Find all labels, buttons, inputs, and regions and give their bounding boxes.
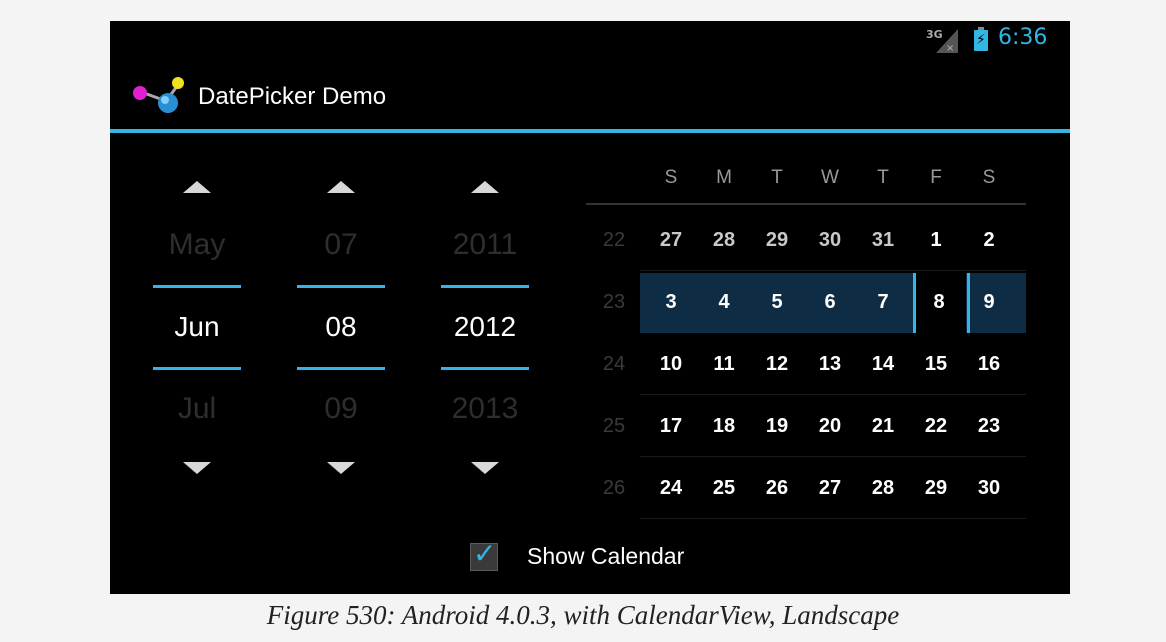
calendar-day[interactable]: 6	[805, 271, 855, 333]
calendar-day[interactable]: 14	[858, 333, 908, 395]
calendar-day[interactable]: 25	[699, 457, 749, 519]
action-bar: DatePicker Demo	[110, 63, 1070, 129]
calendar-day[interactable]: 24	[646, 457, 696, 519]
month-decrement-icon[interactable]	[183, 462, 211, 474]
calendar-day[interactable]: 19	[752, 395, 802, 457]
calendar-day-selected[interactable]: 8	[914, 271, 964, 333]
year-current[interactable]: 2012	[441, 311, 529, 343]
weekday-label: T	[877, 167, 889, 188]
calendar-day[interactable]: 3	[646, 271, 696, 333]
year-decrement-icon[interactable]	[471, 462, 499, 474]
calendar-day[interactable]: 27	[805, 457, 855, 519]
app-title: DatePicker Demo	[198, 83, 387, 110]
weekday-label: S	[982, 167, 996, 188]
week-number: 24	[602, 353, 626, 375]
weekday-label: S	[664, 167, 678, 188]
week-number: 23	[602, 291, 626, 313]
calendar-week-row: 26 24 25 26 27 28 29 30	[586, 457, 1026, 519]
calendar-day[interactable]: 4	[699, 271, 749, 333]
calendar-day[interactable]: 9	[964, 271, 1014, 333]
calendar-day[interactable]: 2	[964, 209, 1014, 271]
no-signal-x-icon: ×	[946, 43, 955, 54]
week-number: 26	[602, 477, 626, 499]
device-screen: 3G × ⚡ 6:36 DatePicker Demo May Jun Jul	[110, 21, 1070, 594]
selection-divider	[441, 285, 529, 288]
calendar-view[interactable]: S M T W T F S 22 27 28 29 30 31 1 2 23 3…	[586, 161, 1026, 531]
weekday-label: F	[930, 167, 942, 188]
calendar-day[interactable]: 31	[858, 209, 908, 271]
calendar-day[interactable]: 5	[752, 271, 802, 333]
calendar-day[interactable]: 22	[911, 395, 961, 457]
day-spinner[interactable]: 07 08 09	[297, 166, 385, 496]
show-calendar-label[interactable]: Show Calendar	[527, 543, 684, 570]
calendar-week-row-selected: 23 3 4 5 6 7 8 9	[586, 271, 1026, 333]
selection-divider	[153, 285, 241, 288]
year-next[interactable]: 2013	[441, 392, 529, 426]
calendar-day[interactable]: 28	[699, 209, 749, 271]
day-decrement-icon[interactable]	[327, 462, 355, 474]
calendar-day[interactable]: 11	[699, 333, 749, 395]
clock: 6:36	[998, 25, 1048, 50]
calendar-day[interactable]: 21	[858, 395, 908, 457]
weekday-label: M	[716, 167, 732, 188]
calendar-day[interactable]: 12	[752, 333, 802, 395]
calendar-day[interactable]: 30	[964, 457, 1014, 519]
selection-divider	[153, 367, 241, 370]
status-bar: 3G × ⚡ 6:36	[110, 21, 1070, 63]
calendar-day[interactable]: 27	[646, 209, 696, 271]
calendar-day[interactable]: 17	[646, 395, 696, 457]
calendar-day[interactable]: 18	[699, 395, 749, 457]
calendar-day[interactable]: 29	[752, 209, 802, 271]
calendar-week-row: 24 10 11 12 13 14 15 16	[586, 333, 1026, 395]
selection-divider	[297, 285, 385, 288]
month-next[interactable]: Jul	[153, 392, 241, 426]
calendar-day[interactable]: 28	[858, 457, 908, 519]
weekday-header: S M T W T F S	[640, 161, 1026, 201]
calendar-day[interactable]: 15	[911, 333, 961, 395]
month-prev[interactable]: May	[153, 228, 241, 262]
calendar-day[interactable]: 23	[964, 395, 1014, 457]
calendar-day[interactable]: 16	[964, 333, 1014, 395]
year-prev[interactable]: 2011	[441, 228, 529, 262]
calendar-week-row: 22 27 28 29 30 31 1 2	[586, 209, 1026, 271]
calendar-header-divider	[586, 203, 1026, 205]
calendar-day[interactable]: 13	[805, 333, 855, 395]
battery-charging-icon: ⚡	[974, 27, 988, 51]
show-calendar-checkbox[interactable]: ✓	[470, 538, 498, 571]
checkmark-icon: ✓	[473, 537, 497, 570]
weekday-label: T	[771, 167, 783, 188]
calendar-day[interactable]: 30	[805, 209, 855, 271]
year-spinner[interactable]: 2011 2012 2013	[441, 166, 529, 496]
calendar-day[interactable]: 7	[858, 271, 908, 333]
weekday-label: W	[821, 167, 839, 188]
week-number: 25	[602, 415, 626, 437]
day-current[interactable]: 08	[297, 311, 385, 343]
calendar-day[interactable]: 1	[911, 209, 961, 271]
month-spinner[interactable]: May Jun Jul	[153, 166, 241, 496]
selection-divider	[297, 367, 385, 370]
figure-caption: Figure 530: Android 4.0.3, with Calendar…	[266, 600, 900, 630]
year-increment-icon[interactable]	[471, 181, 499, 193]
month-increment-icon[interactable]	[183, 181, 211, 193]
calendar-day[interactable]: 20	[805, 395, 855, 457]
day-increment-icon[interactable]	[327, 181, 355, 193]
selection-divider	[441, 367, 529, 370]
calendar-day[interactable]: 10	[646, 333, 696, 395]
week-number: 22	[602, 229, 626, 251]
calendar-day[interactable]: 29	[911, 457, 961, 519]
app-icon[interactable]	[130, 73, 190, 123]
action-bar-divider	[110, 129, 1070, 133]
calendar-day[interactable]: 26	[752, 457, 802, 519]
month-current[interactable]: Jun	[153, 311, 241, 343]
day-next[interactable]: 09	[297, 392, 385, 426]
calendar-week-row: 25 17 18 19 20 21 22 23	[586, 395, 1026, 457]
day-prev[interactable]: 07	[297, 228, 385, 262]
